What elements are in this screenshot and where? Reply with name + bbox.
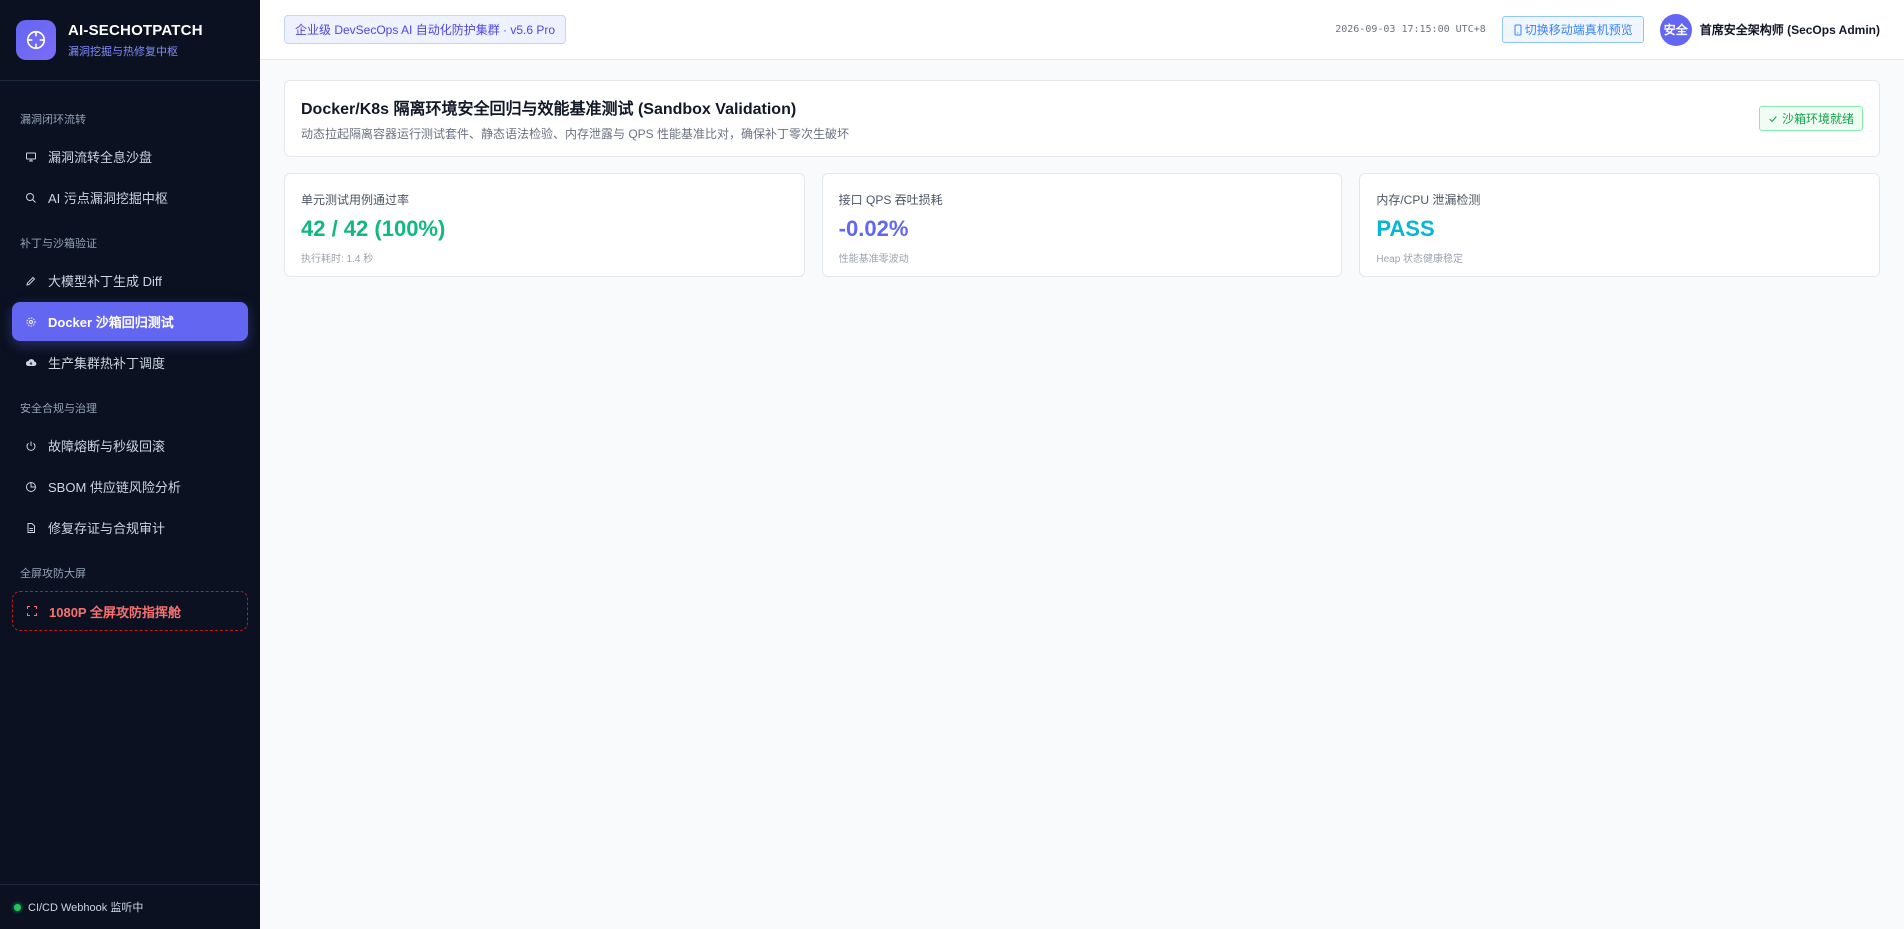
stat-card-leak-detection: 内存/CPU 泄漏检测 PASS Heap 状态健康稳定 [1359,173,1881,277]
sidebar-item-sbom[interactable]: SBOM 供应链风险分析 [12,467,248,506]
sidebar-item-label: 修复存证与合规审计 [48,521,166,536]
webhook-status: CI/CD Webhook 监听中 [0,884,260,929]
stat-label: 接口 QPS 吞吐损耗 [838,193,943,207]
page-title: Docker/K8s 隔离环境安全回归与效能基准测试 (Sandbox Vali… [301,101,797,118]
nav-section-label: 漏洞闭环流转 [20,114,86,126]
stat-label: 内存/CPU 泄漏检测 [1376,193,1481,207]
sidebar-item-label: AI 污点漏洞挖掘中枢 [48,191,168,206]
stat-note: 性能基准零波动 [838,254,909,265]
mobile-phone-icon [1513,24,1523,36]
nav-section-label: 全屏攻防大屏 [20,568,86,580]
search-icon [24,191,38,205]
brand-subtitle: 漏洞挖掘与热修复中枢 [68,45,178,58]
topbar-right: 2026-09-03 17:15:00 UTC+8 切换移动端真机预览 安全 首… [1335,13,1880,46]
stat-card-qps: 接口 QPS 吞吐损耗 -0.02% 性能基准零波动 [821,173,1343,277]
sidebar-item-circuit-breaker[interactable]: 故障熔断与秒级回滚 [12,426,248,465]
page-header-card: Docker/K8s 隔离环境安全回归与效能基准测试 (Sandbox Vali… [284,80,1880,157]
app-root: AI-SECHOTPATCH 漏洞挖掘与热修复中枢 漏洞闭环流转 漏洞流转全息沙… [0,0,1904,929]
sidebar-item-label: Docker 沙箱回归测试 [48,315,174,330]
stat-note: 执行耗时: 1.4 秒 [301,254,374,265]
brand: AI-SECHOTPATCH 漏洞挖掘与热修复中枢 [0,0,260,81]
stat-value: 42 / 42 (100%) [301,216,446,241]
nav-section-label: 补丁与沙箱验证 [20,238,97,250]
topbar: 企业级 DevSecOps AI 自动化防护集群 · v5.6 Pro 2026… [260,0,1904,60]
sidebar-item-fullscreen-command[interactable]: 1080P 全屏攻防指挥舱 [12,591,248,631]
mobile-preview-button[interactable]: 切换移动端真机预览 [1501,16,1644,43]
crosshair-logo-icon [16,20,56,60]
edition-badge: 企业级 DevSecOps AI 自动化防护集群 · v5.6 Pro [284,15,567,44]
page-description: 动态拉起隔离容器运行测试套件、静态语法检验、内存泄露与 QPS 性能基准比对，确… [301,127,850,141]
sidebar-item-docker-sandbox[interactable]: Docker 沙箱回归测试 [12,302,248,341]
sidebar: AI-SECHOTPATCH 漏洞挖掘与热修复中枢 漏洞闭环流转 漏洞流转全息沙… [0,0,260,929]
monitor-icon [24,150,38,164]
sidebar-item-label: 1080P 全屏攻防指挥舱 [49,604,181,620]
brand-title: AI-SECHOTPATCH [68,21,203,39]
mobile-preview-label: 切换移动端真机预览 [1524,23,1633,37]
sidebar-item-hotpatch-dispatch[interactable]: 生产集群热补丁调度 [12,343,248,382]
sidebar-item-ai-taint[interactable]: AI 污点漏洞挖掘中枢 [12,178,248,217]
cloud-upload-icon [24,356,38,370]
avatar[interactable]: 安全 [1659,13,1692,46]
sandbox-ready-badge: 沙箱环境就绪 [1758,106,1863,131]
sidebar-item-label: 大模型补丁生成 Diff [48,274,162,289]
sidebar-item-label: 故障熔断与秒级回滚 [48,439,166,454]
stat-label: 单元测试用例通过率 [301,193,410,207]
power-icon [24,439,38,453]
status-dot-icon [14,903,21,911]
sidebar-nav: 漏洞闭环流转 漏洞流转全息沙盘 AI 污点漏洞挖掘中枢 补丁与沙箱验证 大模型补… [0,81,260,884]
sidebar-item-label: 漏洞流转全息沙盘 [48,150,153,165]
sidebar-item-llm-patch[interactable]: 大模型补丁生成 Diff [12,261,248,300]
sandbox-ready-label: 沙箱环境就绪 [1781,112,1854,126]
stat-value: PASS [1376,216,1435,241]
webhook-status-text: CI/CD Webhook 监听中 [28,902,144,914]
stat-value: -0.02% [838,216,909,241]
clock: 2026-09-03 17:15:00 UTC+8 [1335,24,1486,35]
pencil-icon [24,274,38,288]
stat-note: Heap 状态健康稳定 [1376,254,1464,265]
sidebar-item-label: 生产集群热补丁调度 [48,356,166,371]
sidebar-item-audit[interactable]: 修复存证与合规审计 [12,508,248,547]
pie-chart-icon [24,480,38,494]
sidebar-item-label: SBOM 供应链风险分析 [48,480,181,495]
document-icon [24,521,38,535]
gear-icon [24,315,38,329]
main-area: 企业级 DevSecOps AI 自动化防护集群 · v5.6 Pro 2026… [260,0,1904,929]
user-name[interactable]: 首席安全架构师 (SecOps Admin) [1700,21,1880,38]
stats-row: 单元测试用例通过率 42 / 42 (100%) 执行耗时: 1.4 秒 接口 … [284,173,1881,277]
check-icon [1768,114,1778,124]
nav-section-label: 安全合规与治理 [20,403,97,415]
content: Docker/K8s 隔离环境安全回归与效能基准测试 (Sandbox Vali… [260,60,1904,297]
sidebar-item-vuln-sandbox[interactable]: 漏洞流转全息沙盘 [12,137,248,176]
fullscreen-icon [25,604,39,618]
stat-card-unit-tests: 单元测试用例通过率 42 / 42 (100%) 执行耗时: 1.4 秒 [284,173,805,277]
